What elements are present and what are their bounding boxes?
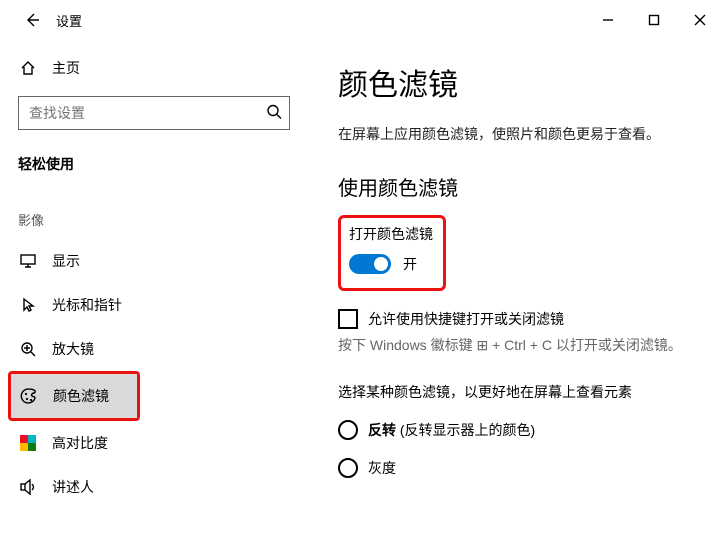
maximize-button[interactable] bbox=[631, 4, 677, 36]
sidebar-item-color-filters[interactable]: 颜色滤镜 bbox=[11, 374, 137, 418]
section-lead: 选择某种颜色滤镜，以更好地在屏幕上查看元素 bbox=[338, 382, 701, 402]
sidebar-home[interactable]: 主页 bbox=[0, 48, 308, 88]
sidebar-item-label: 显示 bbox=[52, 251, 80, 271]
sidebar-item-magnifier[interactable]: 放大镜 bbox=[0, 327, 308, 371]
sidebar-item-label: 颜色滤镜 bbox=[53, 386, 109, 406]
shortcut-checkbox[interactable] bbox=[338, 309, 358, 329]
section-heading: 使用颜色滤镜 bbox=[338, 172, 701, 201]
cursor-icon bbox=[18, 296, 38, 314]
minimize-button[interactable] bbox=[585, 4, 631, 36]
annotation-highlight-toggle: 打开颜色滤镜 开 bbox=[338, 215, 446, 291]
color-filter-toggle[interactable] bbox=[349, 254, 391, 274]
content-area: 颜色滤镜 在屏幕上应用颜色滤镜，使照片和颜色更易于查看。 使用颜色滤镜 打开颜色… bbox=[308, 40, 723, 548]
radio-icon bbox=[338, 420, 358, 440]
toggle-label: 打开颜色滤镜 bbox=[349, 224, 433, 244]
sidebar-home-label: 主页 bbox=[52, 58, 80, 78]
search-input[interactable] bbox=[18, 96, 290, 130]
sidebar-item-narrator[interactable]: 讲述人 bbox=[0, 465, 308, 509]
radio-option-invert[interactable]: 反转 (反转显示器上的颜色) bbox=[338, 420, 701, 440]
narrator-icon bbox=[18, 478, 38, 496]
monitor-icon bbox=[18, 252, 38, 270]
back-button[interactable] bbox=[18, 6, 46, 34]
sidebar-item-label: 放大镜 bbox=[52, 339, 94, 359]
sidebar-subheader: 影像 bbox=[0, 186, 308, 239]
annotation-highlight-sidebar: 颜色滤镜 bbox=[8, 371, 140, 421]
page-description: 在屏幕上应用颜色滤镜，使照片和颜色更易于查看。 bbox=[338, 124, 701, 144]
radio-label: 灰度 bbox=[368, 458, 396, 478]
close-button[interactable] bbox=[677, 4, 723, 36]
sidebar-item-cursor[interactable]: 光标和指针 bbox=[0, 283, 308, 327]
sidebar-item-display[interactable]: 显示 bbox=[0, 239, 308, 283]
checkbox-label: 允许使用快捷键打开或关闭滤镜 bbox=[368, 309, 564, 329]
window-title: 设置 bbox=[56, 11, 82, 30]
shortcut-hint: 按下 Windows 徽标键 ⊞ + Ctrl + C 以打开或关闭滤镜。 bbox=[338, 335, 701, 356]
page-title: 颜色滤镜 bbox=[338, 60, 701, 104]
palette-icon bbox=[19, 387, 39, 405]
radio-option-grayscale[interactable]: 灰度 bbox=[338, 458, 701, 478]
search-icon bbox=[266, 104, 282, 123]
high-contrast-icon bbox=[18, 435, 38, 451]
sidebar-item-label: 讲述人 bbox=[52, 477, 94, 497]
home-icon bbox=[18, 59, 38, 77]
radio-icon bbox=[338, 458, 358, 478]
sidebar-item-high-contrast[interactable]: 高对比度 bbox=[0, 421, 308, 465]
sidebar: 主页 轻松使用 影像 显示 光标和指针 放大镜 bbox=[0, 40, 308, 548]
radio-label: 反转 (反转显示器上的颜色) bbox=[368, 420, 535, 440]
sidebar-item-label: 光标和指针 bbox=[52, 295, 122, 315]
toggle-state-text: 开 bbox=[403, 254, 417, 274]
sidebar-item-label: 高对比度 bbox=[52, 433, 108, 453]
magnifier-icon bbox=[18, 340, 38, 358]
sidebar-category: 轻松使用 bbox=[0, 142, 308, 186]
